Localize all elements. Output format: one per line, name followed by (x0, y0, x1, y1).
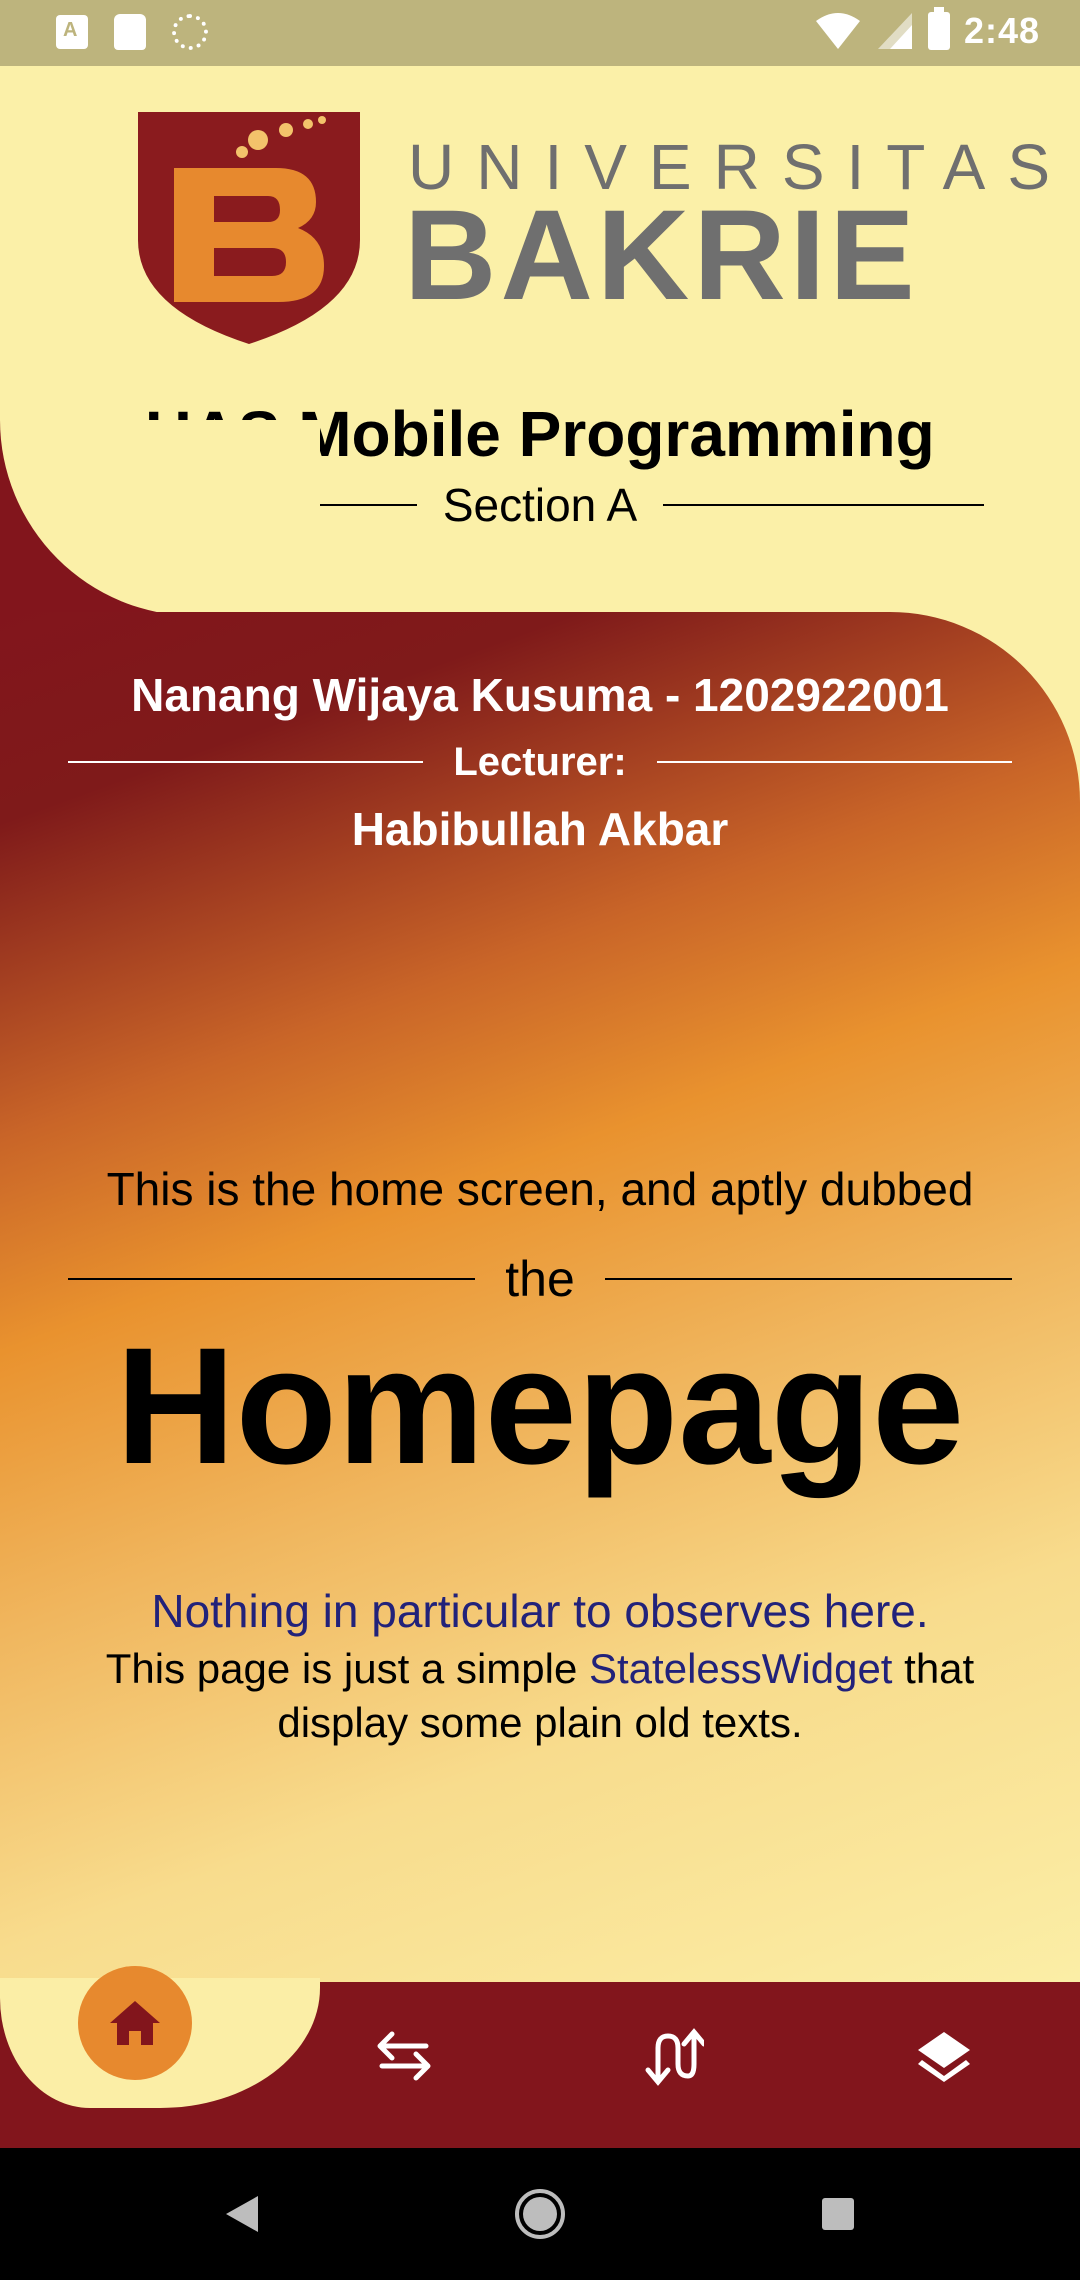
divider-line (68, 1278, 476, 1280)
divider-line (656, 761, 1013, 763)
status-time: 2:48 (963, 10, 1040, 51)
university-logo: B UNIVERSITAS BAKRIE (138, 112, 1050, 348)
shield-emblem-icon (138, 112, 360, 344)
signal-icon (877, 13, 912, 49)
description-text: This page is just a simple StatelessWidg… (70, 1642, 1010, 1750)
swap-arrows-icon (377, 2031, 431, 2081)
wifi-icon (815, 13, 860, 49)
section-label: Section A (442, 479, 638, 531)
main-content: Nanang Wijaya Kusuma - 1202922001 Lectur… (0, 612, 1080, 1982)
sd-card-icon (114, 14, 146, 50)
note-text: Nothing in particular to observes here. (151, 1585, 929, 1637)
home-circle-icon (515, 2189, 565, 2239)
a-badge-icon (56, 15, 88, 49)
back-icon (226, 2196, 258, 2232)
intro-text: This is the home screen, and aptly dubbe… (106, 1163, 974, 1215)
system-home-button[interactable] (512, 2186, 568, 2242)
the-label: the (505, 1251, 575, 1307)
status-bar: 2:48 (0, 0, 1080, 66)
battery-icon (927, 7, 950, 50)
nav-route-button[interactable] (634, 2016, 714, 2096)
logo-line2: BAKRIE (404, 184, 919, 327)
system-recents-button[interactable] (810, 2186, 866, 2242)
divider-line (663, 504, 985, 506)
divider-line (604, 1278, 1013, 1280)
nav-swap-button[interactable] (364, 2016, 444, 2096)
system-nav-bar (0, 2148, 1080, 2280)
recents-square-icon (822, 2198, 854, 2230)
layers-icon (918, 2032, 970, 2082)
lecturer-divider: Lecturer: (68, 740, 1013, 784)
lecturer-label: Lecturer: (453, 740, 627, 784)
sync-circle-icon (172, 14, 208, 50)
the-divider: the (68, 1251, 1013, 1307)
system-back-button[interactable] (214, 2186, 270, 2242)
description-part1: This page is just a simple (105, 1645, 589, 1692)
nav-home-button[interactable] (78, 1966, 192, 2080)
home-icon (110, 2001, 160, 2045)
student-name: Nanang Wijaya Kusuma - 1202922001 (131, 669, 949, 721)
divider-line (68, 761, 424, 763)
route-arrows-icon (645, 2028, 704, 2086)
nav-layers-button[interactable] (904, 2016, 984, 2096)
lecturer-name: Habibullah Akbar (351, 803, 729, 855)
widget-name-highlight: StatelessWidget (589, 1645, 893, 1692)
homepage-title: Homepage (115, 1314, 965, 1499)
